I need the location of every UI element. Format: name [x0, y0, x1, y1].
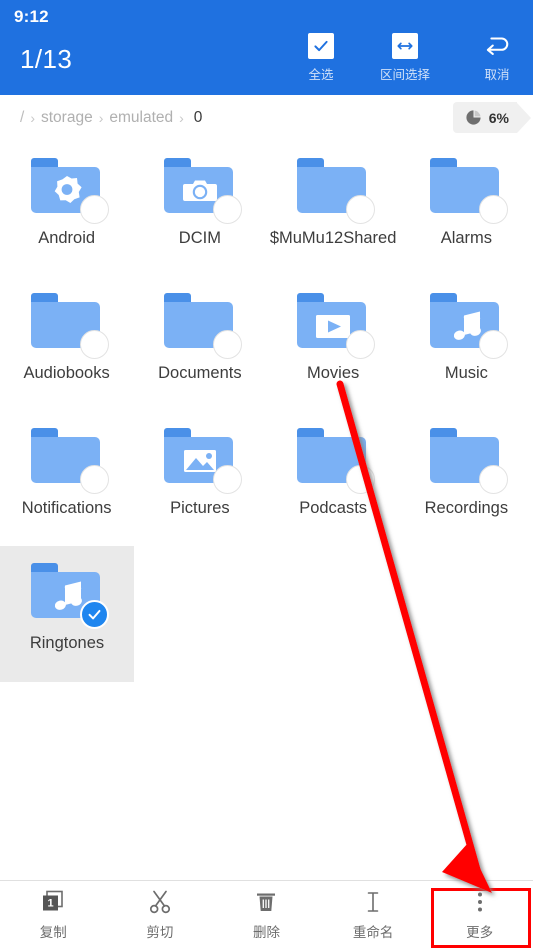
breadcrumb-root[interactable]: /	[20, 109, 29, 127]
copy-icon: 1	[43, 890, 64, 910]
select-checkbox[interactable]	[346, 195, 376, 224]
folder-music-icon	[27, 558, 109, 629]
select-checkbox[interactable]	[212, 195, 242, 224]
folder-image-icon	[160, 423, 242, 494]
status-bar-clock: 9:12	[14, 7, 49, 26]
selected-check-icon[interactable]	[80, 600, 109, 629]
rename-button[interactable]: 重命名	[320, 881, 427, 948]
file-name-label: Movies	[306, 364, 360, 382]
file-name-label: $MuMu12Shared	[269, 229, 397, 247]
file-grid-item[interactable]: Ringtones	[0, 546, 134, 682]
select-checkbox[interactable]	[346, 330, 376, 359]
cancel-button[interactable]: 取消	[461, 33, 533, 91]
folder-icon	[426, 423, 509, 494]
folder-music-icon	[426, 288, 509, 359]
file-grid-item[interactable]: $MuMu12Shared	[267, 141, 400, 248]
top-app-bar: 9:12 1/13 全选 区间选择 取消	[0, 0, 533, 95]
file-name-label: Notifications	[21, 499, 112, 517]
file-name-label: Documents	[158, 364, 242, 382]
file-grid-item[interactable]: Alarms	[400, 141, 533, 248]
more-button[interactable]: 更多	[426, 881, 533, 948]
folder-settings-icon	[27, 153, 109, 224]
folder-icon	[27, 423, 109, 494]
breadcrumb-item-emulated[interactable]: emulated	[104, 109, 178, 127]
more-icon	[477, 892, 482, 911]
select-checkbox[interactable]	[212, 330, 242, 359]
cut-label: 剪切	[146, 924, 174, 940]
cut-button[interactable]: 剪切	[107, 881, 214, 948]
select-all-label: 全选	[308, 68, 334, 82]
file-name-label: Alarms	[440, 229, 493, 247]
cut-icon	[149, 890, 170, 913]
breadcrumb-separator: ›	[30, 110, 35, 126]
rename-icon	[367, 891, 379, 912]
copy-button[interactable]: 1 复制	[0, 881, 107, 948]
file-grid-item[interactable]: Podcasts	[267, 411, 400, 518]
range-select-icon	[392, 33, 418, 59]
cancel-label: 取消	[484, 68, 510, 82]
breadcrumb-item-current[interactable]: 0	[185, 109, 208, 127]
bottom-toolbar: 1 复制 剪切 删除 重命名 更多	[0, 880, 533, 948]
file-grid-item[interactable]: Audiobooks	[0, 276, 133, 383]
rename-label: 重命名	[352, 924, 394, 940]
file-grid-item[interactable]: Pictures	[133, 411, 266, 518]
folder-camera-icon	[160, 153, 242, 224]
folder-icon	[27, 288, 109, 359]
file-name-label: Pictures	[170, 499, 230, 517]
more-label: 更多	[466, 924, 494, 940]
select-all-button[interactable]: 全选	[285, 33, 357, 91]
file-grid-item[interactable]: Documents	[133, 276, 266, 383]
badge-arrow-shape	[517, 102, 531, 133]
svg-text:1: 1	[48, 897, 54, 909]
file-name-label: Podcasts	[299, 499, 368, 517]
file-name-label: Audiobooks	[23, 364, 110, 382]
undo-icon	[482, 33, 512, 59]
breadcrumb-separator: ›	[98, 110, 104, 126]
file-manager-screen: 9:12 1/13 全选 区间选择 取消 / › storage › emula…	[0, 0, 533, 948]
select-checkbox[interactable]	[79, 330, 109, 359]
file-grid-item[interactable]: Recordings	[400, 411, 533, 518]
folder-icon	[293, 153, 376, 224]
select-checkbox[interactable]	[346, 465, 376, 494]
delete-icon	[257, 893, 276, 911]
select-checkbox[interactable]	[79, 465, 109, 494]
file-name-label: Ringtones	[29, 634, 105, 652]
range-select-label: 区间选择	[379, 68, 430, 82]
folder-icon	[160, 288, 242, 359]
delete-label: 删除	[252, 924, 280, 940]
file-name-label: Music	[444, 364, 488, 382]
selection-count-label: 1/13	[20, 44, 73, 74]
delete-button[interactable]: 删除	[213, 881, 320, 948]
file-grid-item[interactable]: Android	[0, 141, 133, 248]
header-actions: 全选 区间选择 取消	[285, 33, 533, 89]
file-grid-item[interactable]: Music	[400, 276, 533, 383]
breadcrumb-item-storage[interactable]: storage	[36, 109, 98, 127]
breadcrumb-separator: ›	[179, 110, 184, 126]
select-checkbox[interactable]	[79, 195, 109, 224]
range-select-button[interactable]: 区间选择	[369, 33, 441, 91]
file-grid: Android DCIM $MuMu12Shared Alarms Audiobooks…	[0, 141, 533, 881]
pie-chart-icon	[466, 110, 481, 125]
select-checkbox[interactable]	[212, 465, 242, 494]
check-icon	[308, 33, 334, 59]
copy-label: 复制	[39, 924, 67, 940]
breadcrumb: / › storage › emulated › 0	[20, 95, 207, 141]
folder-icon	[293, 423, 376, 494]
folder-video-icon	[293, 288, 376, 359]
storage-usage-badge[interactable]: 6%	[452, 102, 531, 133]
file-name-label: DCIM	[178, 229, 221, 247]
file-name-label: Android	[38, 229, 96, 247]
file-grid-item[interactable]: DCIM	[133, 141, 266, 248]
file-grid-item[interactable]: Notifications	[0, 411, 133, 518]
file-grid-item[interactable]: Movies	[267, 276, 400, 383]
file-name-label: Recordings	[424, 499, 509, 517]
folder-icon	[426, 153, 509, 224]
storage-usage-percent: 6%	[488, 109, 509, 126]
